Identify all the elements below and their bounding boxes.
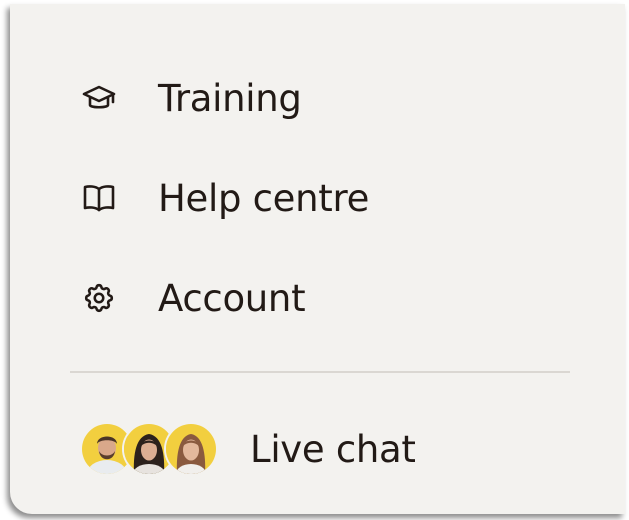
help-menu-panel: Training Help centre Account Live chat bbox=[10, 4, 625, 514]
support-avatars-group bbox=[82, 421, 218, 477]
menu-item-label: Account bbox=[158, 276, 306, 320]
menu-divider bbox=[70, 371, 570, 373]
menu-item-training[interactable]: Training bbox=[82, 68, 302, 128]
open-book-icon bbox=[82, 181, 116, 215]
avatar bbox=[166, 424, 216, 474]
graduation-cap-icon bbox=[82, 81, 116, 115]
menu-item-help-centre[interactable]: Help centre bbox=[82, 168, 369, 228]
menu-item-label: Training bbox=[158, 76, 302, 120]
live-chat-label: Live chat bbox=[250, 427, 416, 471]
menu-item-account[interactable]: Account bbox=[82, 268, 306, 328]
live-chat-button[interactable]: Live chat bbox=[82, 418, 416, 480]
menu-item-label: Help centre bbox=[158, 176, 370, 220]
gear-icon bbox=[82, 281, 116, 315]
